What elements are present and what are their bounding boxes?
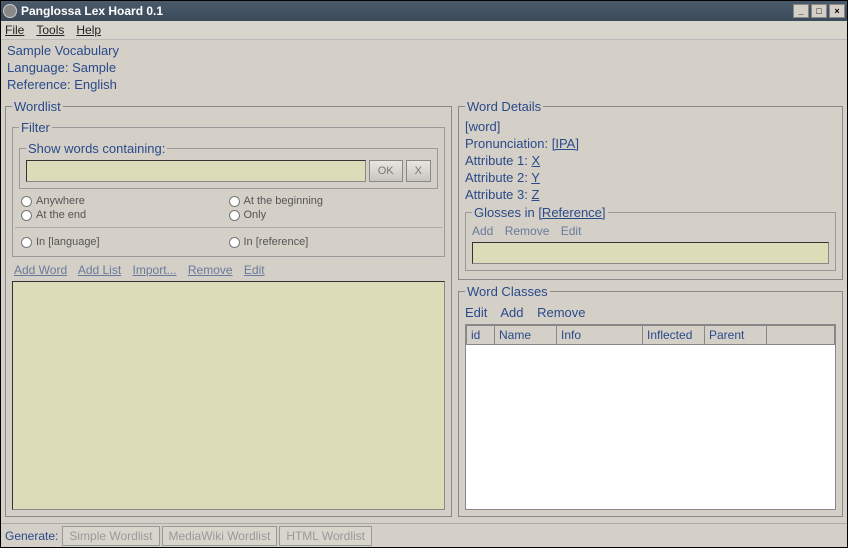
gloss-add-button[interactable]: Add — [472, 224, 493, 238]
wordlist-area[interactable] — [12, 281, 445, 510]
app-icon — [3, 4, 17, 18]
minimize-button[interactable]: _ — [793, 4, 809, 18]
show-legend: Show words containing: — [26, 141, 167, 156]
radio-atend[interactable]: At the end — [21, 209, 229, 221]
info-bar: Sample Vocabulary Language: Sample Refer… — [1, 40, 847, 97]
right-column: Word Details [word] Pronunciation: [IPA]… — [458, 99, 843, 521]
add-list-button[interactable]: Add List — [78, 263, 121, 277]
edit-word-button[interactable]: Edit — [244, 263, 265, 277]
language-row: Language: Sample — [7, 59, 841, 76]
glosses-group: Glosses in [Reference] Add Remove Edit — [465, 205, 836, 271]
col-info[interactable]: Info — [557, 326, 643, 345]
generate-simple-button[interactable]: Simple Wordlist — [62, 526, 159, 546]
menu-help[interactable]: Help — [76, 23, 101, 37]
wordlist-toolbar: Add Word Add List Import... Remove Edit — [12, 259, 445, 279]
gloss-remove-button[interactable]: Remove — [505, 224, 550, 238]
gloss-edit-button[interactable]: Edit — [561, 224, 582, 238]
radio-only[interactable]: Only — [229, 209, 437, 221]
menu-file[interactable]: File — [5, 23, 24, 37]
filter-input[interactable] — [26, 160, 366, 182]
generate-html-button[interactable]: HTML Wordlist — [279, 526, 372, 546]
word-classes-toolbar: Edit Add Remove — [465, 303, 836, 324]
class-add-button[interactable]: Add — [500, 305, 523, 320]
maximize-button[interactable]: □ — [811, 4, 827, 18]
filter-legend: Filter — [19, 120, 52, 135]
attr3-row: Attribute 3: Z — [465, 186, 836, 203]
reference-row: Reference: English — [7, 76, 841, 93]
import-button[interactable]: Import... — [133, 263, 177, 277]
clear-button[interactable]: X — [406, 160, 431, 182]
remove-word-button[interactable]: Remove — [188, 263, 233, 277]
glosses-area[interactable] — [472, 242, 829, 264]
class-remove-button[interactable]: Remove — [537, 305, 585, 320]
attr1-row: Attribute 1: X — [465, 152, 836, 169]
vocab-name: Sample Vocabulary — [7, 42, 841, 59]
col-empty — [767, 326, 835, 345]
bottom-bar: Generate: Simple Wordlist MediaWiki Word… — [1, 523, 847, 547]
show-group: Show words containing: OK X — [19, 141, 438, 189]
word-details-legend: Word Details — [465, 99, 543, 114]
radio-atbegin[interactable]: At the beginning — [229, 195, 437, 207]
app-window: Panglossa Lex Hoard 0.1 _ □ × File Tools… — [0, 0, 848, 548]
word-placeholder: [word] — [465, 118, 836, 135]
filter-group: Filter Show words containing: OK X Anywh… — [12, 120, 445, 257]
menu-tools[interactable]: Tools — [36, 23, 64, 37]
attr2-row: Attribute 2: Y — [465, 169, 836, 186]
class-edit-button[interactable]: Edit — [465, 305, 487, 320]
add-word-button[interactable]: Add Word — [14, 263, 67, 277]
col-inflected[interactable]: Inflected — [643, 326, 705, 345]
col-id[interactable]: id — [467, 326, 495, 345]
generate-mediawiki-button[interactable]: MediaWiki Wordlist — [162, 526, 278, 546]
title-bar: Panglossa Lex Hoard 0.1 _ □ × — [1, 1, 847, 21]
col-name[interactable]: Name — [495, 326, 557, 345]
pronunciation-row: Pronunciation: [IPA] — [465, 135, 836, 152]
menu-bar: File Tools Help — [1, 21, 847, 40]
ok-button[interactable]: OK — [369, 160, 403, 182]
wordlist-legend: Wordlist — [12, 99, 63, 114]
window-title: Panglossa Lex Hoard 0.1 — [21, 4, 163, 18]
word-details-group: Word Details [word] Pronunciation: [IPA]… — [458, 99, 843, 280]
generate-label: Generate: — [5, 529, 58, 543]
col-parent[interactable]: Parent — [705, 326, 767, 345]
word-classes-group: Word Classes Edit Add Remove id Name Inf… — [458, 284, 843, 517]
radio-in-language[interactable]: In [language] — [21, 236, 229, 248]
radio-in-reference[interactable]: In [reference] — [229, 236, 437, 248]
word-classes-legend: Word Classes — [465, 284, 550, 299]
scope-radios: In [language] In [reference] — [19, 232, 438, 250]
word-classes-table[interactable]: id Name Info Inflected Parent — [465, 324, 836, 510]
radio-anywhere[interactable]: Anywhere — [21, 195, 229, 207]
position-radios: Anywhere At the beginning At the end Onl… — [19, 191, 438, 223]
left-column: Wordlist Filter Show words containing: O… — [5, 99, 452, 521]
main-area: Wordlist Filter Show words containing: O… — [1, 97, 847, 523]
close-button[interactable]: × — [829, 4, 845, 18]
glosses-legend: Glosses in [Reference] — [472, 205, 608, 220]
wordlist-group: Wordlist Filter Show words containing: O… — [5, 99, 452, 517]
